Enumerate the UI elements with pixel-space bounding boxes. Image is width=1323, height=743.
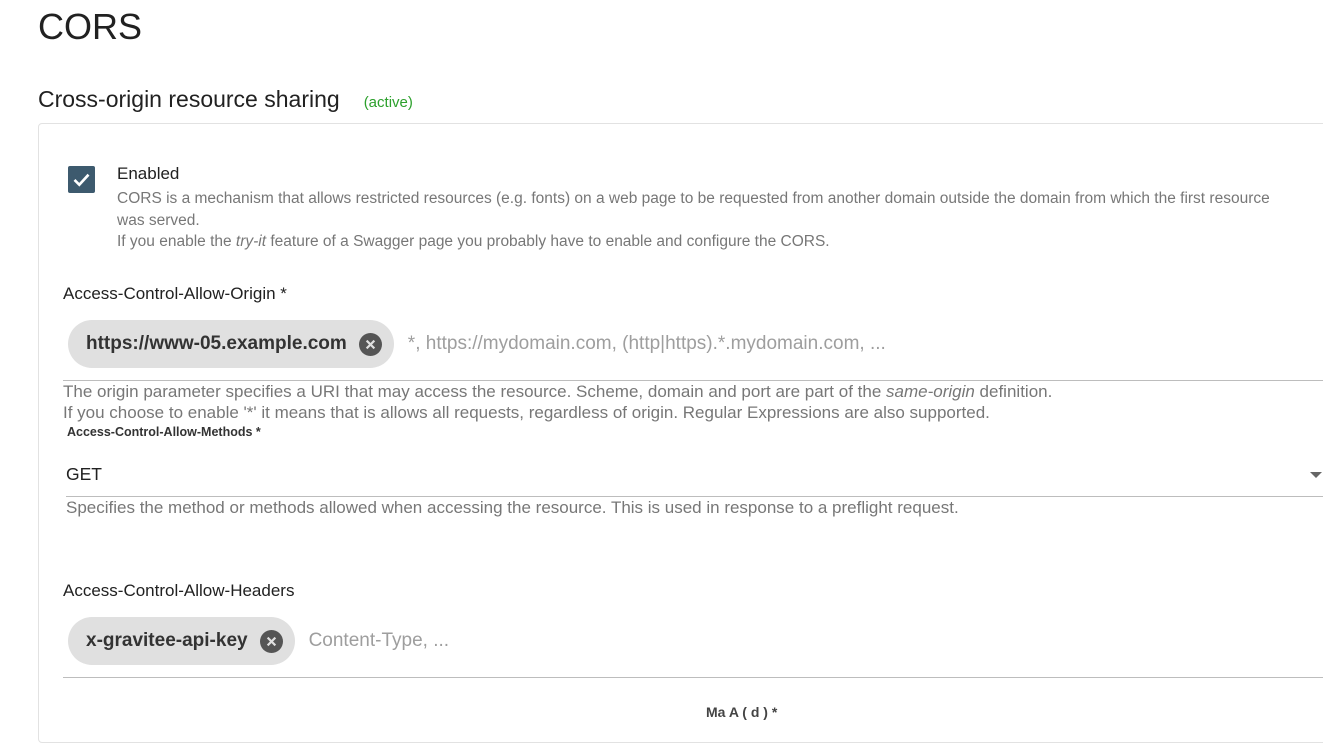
chip-label: https://www-05.example.com: [86, 333, 347, 354]
allow-headers-chip-list: x-gravitee-api-key: [63, 617, 811, 665]
close-circle-icon[interactable]: [259, 629, 283, 653]
section-header: Cross-origin resource sharing (active): [38, 86, 413, 113]
allow-headers-label: Access-Control-Allow-Headers: [63, 581, 295, 600]
check-icon: [73, 173, 90, 187]
chip-label: x-gravitee-api-key: [86, 630, 248, 651]
allow-origin-input[interactable]: [405, 332, 1110, 356]
status-badge: (active): [363, 94, 413, 111]
enabled-description-line1: CORS is a mechanism that allows restrict…: [117, 190, 1270, 229]
chevron-down-icon[interactable]: [1310, 472, 1322, 478]
allow-headers-input[interactable]: [306, 629, 811, 653]
page-title: CORS: [38, 6, 143, 47]
allow-headers-chip[interactable]: x-gravitee-api-key: [68, 617, 295, 665]
allow-methods-select[interactable]: GET: [66, 464, 102, 485]
enabled-description: CORS is a mechanism that allows restrict…: [117, 188, 1297, 253]
allow-origin-chip-list: https://www-05.example.com: [63, 320, 1110, 368]
allow-origin-hint-line1: The origin parameter specifies a URI tha…: [63, 382, 1053, 401]
enabled-checkbox[interactable]: [68, 166, 95, 193]
enabled-label: Enabled: [117, 164, 180, 183]
section-title: Cross-origin resource sharing: [38, 86, 340, 112]
allow-methods-label: Access-Control-Allow-Methods *: [67, 425, 261, 439]
close-circle-icon[interactable]: [358, 332, 382, 356]
next-field-label: Ma A ( d ) *: [706, 704, 778, 720]
allow-origin-label: Access-Control-Allow-Origin *: [63, 284, 287, 303]
allow-origin-hint-line2: If you choose to enable '*' it means tha…: [63, 403, 990, 422]
allow-headers-underline: [63, 677, 1323, 678]
allow-methods-hint: Specifies the method or methods allowed …: [66, 498, 959, 517]
allow-origin-hint: The origin parameter specifies a URI tha…: [63, 381, 1313, 423]
enabled-description-line2: If you enable the try-it feature of a Sw…: [117, 233, 830, 250]
allow-origin-chip[interactable]: https://www-05.example.com: [68, 320, 394, 368]
